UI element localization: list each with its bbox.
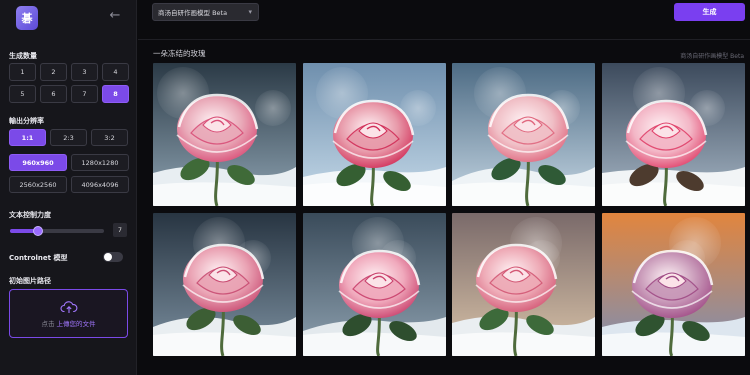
size-option[interactable]: 960x960	[9, 154, 67, 171]
app-logo-icon[interactable]: 碁	[16, 6, 38, 30]
text-control-slider-handle[interactable]	[33, 226, 44, 236]
upload-dropzone[interactable]: 点击 上傳您的文件	[9, 289, 128, 338]
ratio-option[interactable]: 1:1	[9, 129, 46, 146]
count-option[interactable]: 2	[40, 63, 67, 81]
count-option[interactable]: 4	[102, 63, 129, 81]
generated-image[interactable]	[602, 213, 745, 356]
generated-image[interactable]	[452, 213, 595, 356]
upload-link[interactable]: 上傳您的文件	[57, 320, 96, 328]
rose-image-art	[602, 213, 745, 356]
text-control-label: 文本控制力度	[9, 211, 51, 219]
size-option[interactable]: 4096x4096	[71, 176, 129, 193]
sidebar: 碁 ← 生成数量 12345678 輸出分辨率 1:1 2:3 3:2 960x96…	[0, 0, 137, 375]
generated-image[interactable]	[303, 63, 446, 206]
prompt-title: 一朵冻结的玫瑰	[153, 49, 206, 58]
upload-cloud-icon	[59, 300, 78, 314]
generated-image[interactable]	[303, 213, 446, 356]
rose-image-art	[602, 63, 745, 206]
count-option[interactable]: 8	[102, 85, 129, 103]
ratio-option[interactable]: 2:3	[50, 129, 87, 146]
count-option[interactable]: 7	[71, 85, 98, 103]
text-control-value[interactable]: 7	[113, 223, 127, 237]
controlnet-label: Controlnet 模型	[9, 254, 68, 262]
model-select[interactable]: 商汤自研作画模型 Beta ▾	[152, 3, 259, 21]
ratio-label: 輸出分辨率	[9, 117, 44, 125]
rose-image-art	[303, 63, 446, 206]
count-options: 1234 5678	[9, 63, 129, 103]
size-option[interactable]: 2560x2560	[9, 176, 67, 193]
size-option[interactable]: 1280x1280	[71, 154, 129, 171]
rose-image-art	[153, 213, 296, 356]
ratio-options: 1:1 2:3 3:2	[9, 129, 128, 146]
generate-button[interactable]: 生成	[674, 3, 745, 21]
rose-image-art	[303, 213, 446, 356]
count-option[interactable]: 5	[9, 85, 36, 103]
upload-prefix: 点击	[41, 319, 55, 328]
generated-image[interactable]	[452, 63, 595, 206]
size-options: 960x960 1280x1280 2560x2560 4096x4096	[9, 154, 129, 193]
rose-image-art	[452, 63, 595, 206]
model-select-value: 商汤自研作画模型 Beta	[158, 9, 228, 17]
controlnet-toggle[interactable]	[103, 252, 123, 262]
chevron-down-icon: ▾	[248, 8, 252, 16]
ratio-option[interactable]: 3:2	[91, 129, 128, 146]
rose-image-art	[153, 63, 296, 206]
count-label: 生成数量	[9, 52, 37, 60]
count-option[interactable]: 1	[9, 63, 36, 81]
divider	[138, 39, 750, 40]
logo-glyph: 碁	[21, 11, 33, 25]
upload-text: 点击 上傳您的文件	[41, 318, 95, 328]
rose-image-art	[452, 213, 595, 356]
generated-image[interactable]	[153, 63, 296, 206]
model-tag: 商汤自研作画模型 Beta	[680, 53, 744, 60]
count-option[interactable]: 3	[71, 63, 98, 81]
generated-image[interactable]	[153, 213, 296, 356]
init-image-label: 初始图片路径	[9, 277, 51, 285]
count-option[interactable]: 6	[40, 85, 67, 103]
collapse-sidebar-icon[interactable]: ←	[108, 9, 122, 23]
generated-image[interactable]	[602, 63, 745, 206]
